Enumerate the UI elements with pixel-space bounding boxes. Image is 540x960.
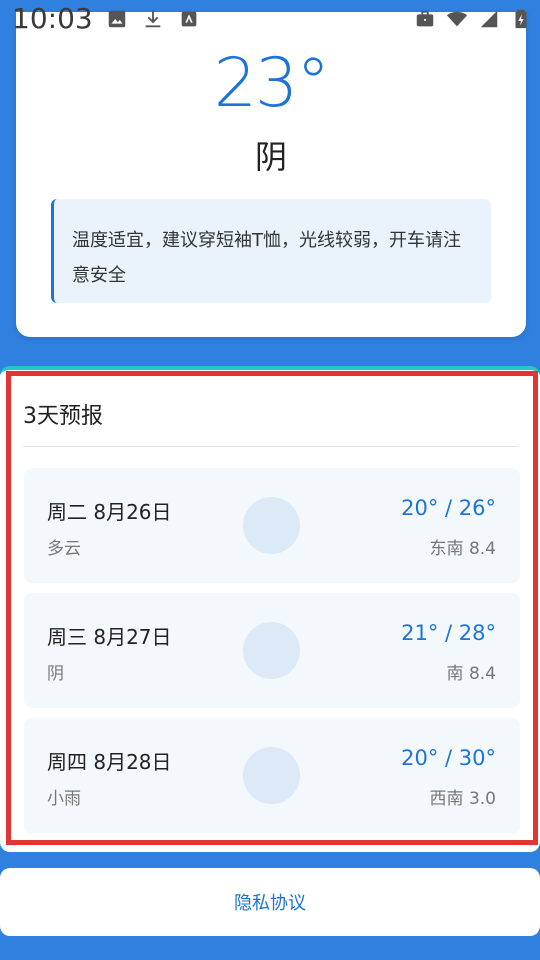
privacy-policy-button[interactable]: 隐私协议 bbox=[0, 868, 540, 936]
weather-icon-placeholder bbox=[243, 622, 300, 679]
status-bar: 10:03 bbox=[0, 0, 540, 40]
forecast-day-temp-range: 21° / 28° bbox=[401, 621, 496, 645]
weather-advice-text: 温度适宜，建议穿短袖T恤，光线较弱，开车请注意安全 bbox=[72, 230, 461, 286]
forecast-day-date: 周三 8月27日 bbox=[47, 625, 172, 649]
forecast-day-condition: 阴 bbox=[47, 664, 64, 684]
forecast-day-row[interactable]: 周四 8月28日 小雨 20° / 30° 西南 3.0 bbox=[24, 718, 520, 833]
forecast-day-wind: 南 8.4 bbox=[446, 664, 496, 684]
privacy-policy-link[interactable]: 隐私协议 bbox=[234, 889, 306, 915]
image-icon bbox=[106, 8, 128, 30]
current-condition: 阴 bbox=[254, 138, 287, 176]
forecast-day-temp-range: 20° / 30° bbox=[401, 746, 496, 770]
status-time: 10:03 bbox=[12, 2, 93, 35]
download-icon bbox=[142, 8, 164, 30]
forecast-day-row[interactable]: 周二 8月26日 多云 20° / 26° 东南 8.4 bbox=[24, 468, 520, 583]
app-store-icon bbox=[178, 8, 200, 30]
forecast-title: 3天预报 bbox=[23, 404, 103, 429]
forecast-day-condition: 多云 bbox=[47, 539, 81, 559]
weather-icon-placeholder bbox=[243, 747, 300, 804]
divider bbox=[23, 446, 519, 447]
battery-icon bbox=[510, 8, 532, 30]
forecast-day-condition: 小雨 bbox=[47, 789, 81, 809]
weather-icon-placeholder bbox=[243, 497, 300, 554]
weather-advice: 温度适宜，建议穿短袖T恤，光线较弱，开车请注意安全 bbox=[51, 199, 491, 303]
current-weather-card: 23° 阴 温度适宜，建议穿短袖T恤，光线较弱，开车请注意安全 bbox=[16, 12, 526, 337]
briefcase-icon bbox=[414, 8, 436, 30]
current-temperature: 23° bbox=[213, 44, 331, 123]
forecast-day-date: 周二 8月26日 bbox=[47, 500, 172, 524]
forecast-day-date: 周四 8月28日 bbox=[47, 750, 172, 774]
signal-icon bbox=[478, 8, 500, 30]
forecast-day-row[interactable]: 周三 8月27日 阴 21° / 28° 南 8.4 bbox=[24, 593, 520, 708]
status-left-icons bbox=[106, 8, 200, 30]
forecast-day-temp-range: 20° / 26° bbox=[401, 496, 496, 520]
forecast-day-wind: 西南 3.0 bbox=[429, 789, 496, 809]
status-right-icons bbox=[414, 8, 532, 30]
forecast-card: 3天预报 周二 8月26日 多云 20° / 26° 东南 8.4 周三 8月2… bbox=[0, 366, 540, 852]
wifi-icon bbox=[446, 8, 468, 30]
forecast-day-wind: 东南 8.4 bbox=[429, 539, 496, 559]
